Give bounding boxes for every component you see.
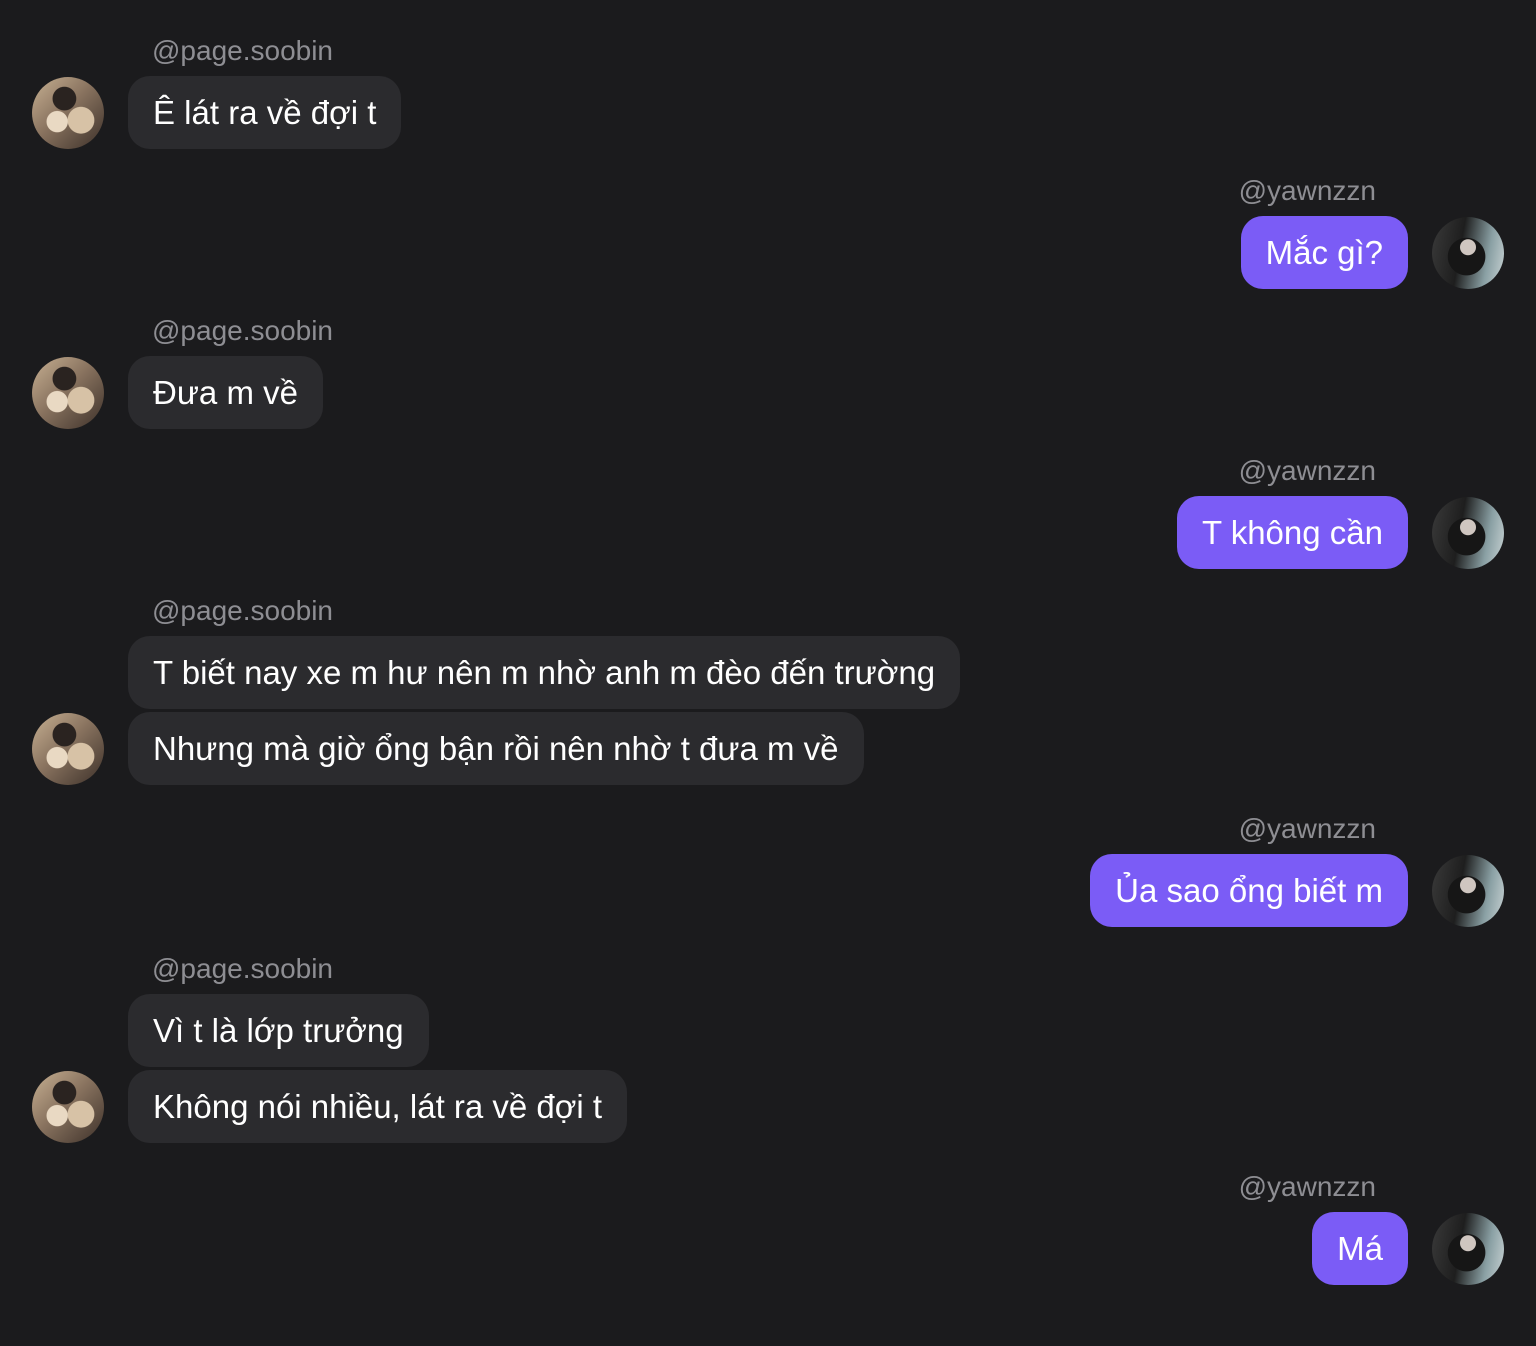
message-bubble[interactable]: T không cần	[1176, 496, 1408, 569]
sender-username: @yawnzzn	[1238, 455, 1376, 486]
message-group-outgoing: @yawnzzn T không cần	[0, 454, 1536, 570]
avatar-photo-icon[interactable]	[32, 357, 104, 429]
sender-username: @yawnzzn	[1238, 175, 1376, 206]
avatar-photo-icon[interactable]	[1432, 855, 1504, 927]
message-bubble[interactable]: T biết nay xe m hư nên m nhờ anh m đèo đ…	[128, 636, 961, 709]
avatar-photo-icon[interactable]	[32, 1071, 104, 1143]
message-bubble[interactable]: Má	[1312, 1212, 1408, 1285]
avatar-photo-icon[interactable]	[1432, 497, 1504, 569]
chat-thread: @page.soobin Ê lát ra về đợi t @yawnzzn …	[0, 0, 1536, 1346]
message-bubble[interactable]: Nhưng mà giờ ổng bận rồi nên nhờ t đưa m…	[128, 712, 864, 785]
avatar-photo-icon[interactable]	[32, 713, 104, 785]
message-bubble[interactable]: Ê lát ra về đợi t	[128, 76, 402, 149]
message-group-outgoing: @yawnzzn Mắc gì?	[0, 174, 1536, 290]
message-bubble[interactable]: Vì t là lớp trưởng	[128, 994, 429, 1067]
avatar-photo-icon[interactable]	[1432, 1213, 1504, 1285]
message-group-incoming: @page.soobin Đưa m về	[0, 314, 1536, 430]
message-group-incoming: @page.soobin T biết nay xe m hư nên m nh…	[0, 594, 1536, 786]
sender-username: @page.soobin	[152, 315, 334, 346]
sender-username: @yawnzzn	[1238, 1171, 1376, 1202]
avatar-photo-icon[interactable]	[32, 77, 104, 149]
sender-username: @page.soobin	[152, 595, 334, 626]
sender-username: @yawnzzn	[1238, 813, 1376, 844]
message-group-outgoing: @yawnzzn Má	[0, 1170, 1536, 1286]
message-bubble[interactable]: Mắc gì?	[1240, 216, 1408, 289]
message-bubble[interactable]: Không nói nhiều, lát ra về đợi t	[128, 1070, 628, 1143]
sender-username: @page.soobin	[152, 953, 334, 984]
message-group-outgoing: @yawnzzn Ủa sao ổng biết m	[0, 812, 1536, 928]
message-bubble[interactable]: Đưa m về	[128, 356, 323, 429]
message-bubble[interactable]: Ủa sao ổng biết m	[1090, 854, 1408, 927]
message-group-incoming: @page.soobin Vì t là lớp trưởng Không nó…	[0, 952, 1536, 1144]
avatar-photo-icon[interactable]	[1432, 217, 1504, 289]
sender-username: @page.soobin	[152, 35, 334, 66]
message-group-incoming: @page.soobin Ê lát ra về đợi t	[0, 34, 1536, 150]
